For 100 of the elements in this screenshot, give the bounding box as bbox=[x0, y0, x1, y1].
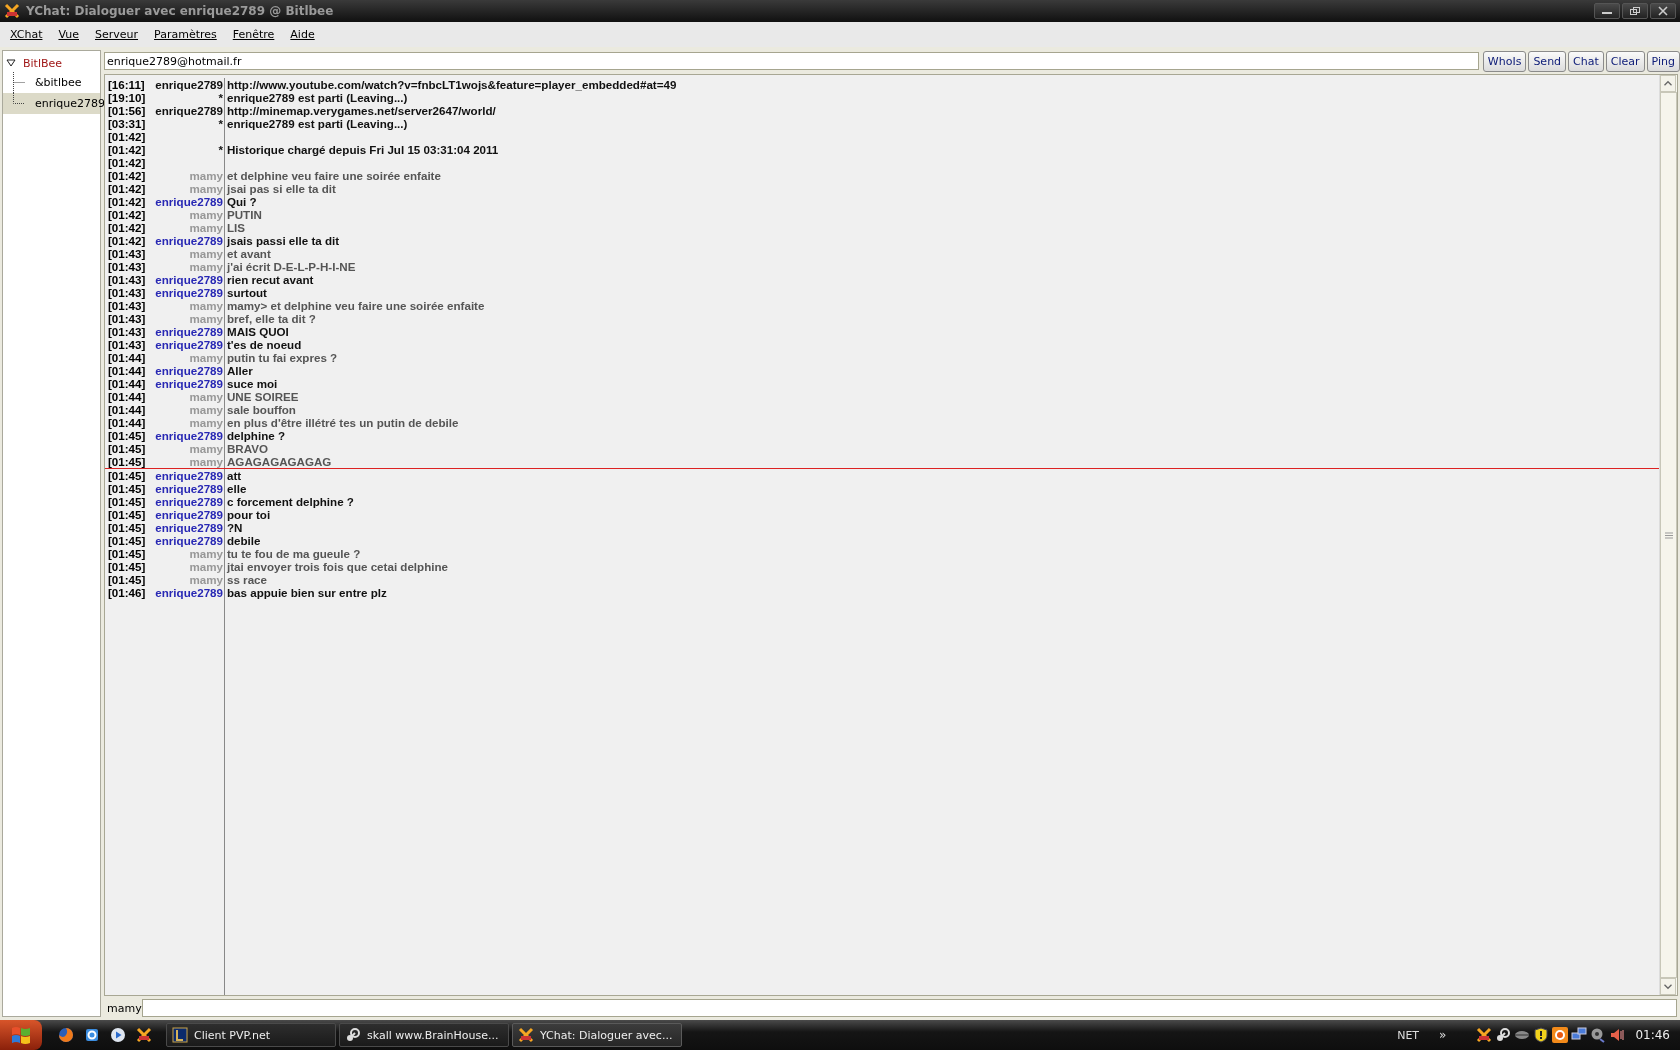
nickname: enrique2789 bbox=[155, 195, 223, 208]
nickname: enrique2789 bbox=[155, 325, 223, 338]
expander-icon[interactable] bbox=[6, 58, 16, 68]
message-text: jsai pas si elle ta dit bbox=[227, 182, 336, 195]
message-text: AGAGAGAGAGAG bbox=[227, 455, 332, 468]
message-text: elle bbox=[227, 482, 247, 495]
nickname: enrique2789 bbox=[155, 338, 223, 351]
nick-label[interactable]: mamy bbox=[104, 1001, 142, 1015]
nickname: enrique2789 bbox=[155, 521, 223, 534]
user-button[interactable]: Ping bbox=[1646, 50, 1680, 72]
nickname: enrique2789 bbox=[155, 469, 223, 482]
nickname: enrique2789 bbox=[155, 429, 223, 442]
menu-item[interactable]: Fenêtre bbox=[224, 28, 283, 41]
nickname: * bbox=[218, 143, 223, 156]
scrollbar[interactable] bbox=[1659, 75, 1677, 995]
clock: 01:46 bbox=[1635, 1028, 1670, 1042]
timestamp: [16:11] bbox=[107, 78, 146, 91]
tree-item[interactable]: BitlBee bbox=[21, 55, 65, 71]
timestamp: [01:42] bbox=[107, 182, 147, 195]
message-text: bas appuie bien sur entre plz bbox=[227, 586, 387, 599]
globe-icon[interactable] bbox=[58, 1027, 74, 1043]
minimize-button[interactable] bbox=[1594, 3, 1620, 19]
menu-item[interactable]: XChat bbox=[2, 28, 51, 41]
scroll-up-icon[interactable] bbox=[1660, 75, 1676, 92]
message-text: et delphine veu faire une soirée enfaite bbox=[227, 169, 441, 182]
taskbar-button[interactable]: YChat: Dialoguer avec... bbox=[512, 1023, 682, 1047]
ring-icon[interactable] bbox=[1552, 1027, 1569, 1043]
restore-icon bbox=[1629, 6, 1641, 16]
timestamp: [01:43] bbox=[107, 273, 147, 286]
browser-icon[interactable] bbox=[84, 1027, 100, 1043]
message-text: BRAVO bbox=[227, 442, 268, 455]
timestamp: [01:45] bbox=[107, 429, 147, 442]
message-text: jtai envoyer trois fois que cetai delphine bbox=[227, 560, 448, 573]
nickname: enrique2789 bbox=[155, 364, 223, 377]
cross-icon bbox=[518, 1027, 534, 1043]
message-text: sale bouffon bbox=[227, 403, 296, 416]
message-text: Aller bbox=[227, 364, 253, 377]
message-text: et avant bbox=[227, 247, 271, 260]
user-button[interactable]: Send bbox=[1528, 50, 1567, 72]
message-text: MAIS QUOI bbox=[227, 325, 289, 338]
message-text: ss race bbox=[227, 573, 267, 586]
message-input[interactable] bbox=[142, 999, 1677, 1017]
message-text: enrique2789 est parti (Leaving...) bbox=[227, 91, 408, 104]
nickname: * bbox=[218, 91, 223, 104]
timestamp: [01:43] bbox=[107, 325, 147, 338]
timestamp: [01:43] bbox=[107, 286, 147, 299]
menu-item[interactable]: Aide bbox=[282, 28, 323, 41]
timestamp: [01:43] bbox=[107, 338, 147, 351]
nickname: mamy bbox=[189, 455, 223, 468]
menu-item[interactable]: Paramètres bbox=[146, 28, 225, 41]
close-button[interactable] bbox=[1650, 3, 1676, 19]
expand-chevron[interactable]: » bbox=[1439, 1028, 1447, 1042]
nickname: enrique2789 bbox=[155, 534, 223, 547]
timestamp: [01:46] bbox=[107, 586, 147, 599]
user-button[interactable]: Chat bbox=[1568, 50, 1604, 72]
timestamp: [01:44] bbox=[107, 364, 147, 377]
timestamp: [01:44] bbox=[107, 377, 147, 390]
menu-item[interactable]: Serveur bbox=[87, 28, 147, 41]
message-text: j'ai écrit D-E-L-P-H-I-NE bbox=[227, 260, 356, 273]
tree-item[interactable]: &bitlbee bbox=[3, 72, 100, 93]
nickname: * bbox=[218, 117, 223, 130]
scroll-down-icon[interactable] bbox=[1660, 978, 1676, 995]
taskbar-button[interactable]: Client PVP.net bbox=[166, 1023, 336, 1047]
start-button[interactable] bbox=[0, 1020, 42, 1050]
play-icon[interactable] bbox=[110, 1027, 126, 1043]
message-text: bref, elle ta dit ? bbox=[227, 312, 316, 325]
toolbar-label[interactable]: NET bbox=[1397, 1028, 1420, 1042]
window-title: YChat: Dialoguer avec enrique2789 @ Bitlbee bbox=[26, 4, 334, 18]
nickname: enrique2789 bbox=[155, 234, 223, 247]
topic-field[interactable]: enrique2789@hotmail.fr bbox=[104, 52, 1479, 70]
menu-item[interactable]: Vue bbox=[50, 28, 87, 41]
close-icon bbox=[1657, 6, 1669, 16]
network-icon[interactable] bbox=[1571, 1027, 1588, 1043]
message-text: att bbox=[227, 469, 242, 482]
user-button[interactable]: WhoIs bbox=[1482, 50, 1527, 72]
taskbar-button[interactable]: skall www.BrainHouse... bbox=[339, 1023, 509, 1047]
timestamp: [01:44] bbox=[107, 390, 147, 403]
message-text: enrique2789 est parti (Leaving...) bbox=[227, 117, 408, 130]
timestamp: [01:42] bbox=[107, 234, 147, 247]
timestamp: [01:45] bbox=[107, 534, 147, 547]
nickname: enrique2789 bbox=[155, 104, 223, 117]
timestamp: [01:42] bbox=[107, 221, 147, 234]
cross-icon[interactable] bbox=[1476, 1027, 1493, 1043]
timestamp: [01:45] bbox=[107, 495, 147, 508]
cross-icon[interactable] bbox=[136, 1027, 152, 1043]
user-button[interactable]: Clear bbox=[1605, 50, 1645, 72]
timestamp: [01:45] bbox=[107, 482, 147, 495]
message-text: c forcement delphine ? bbox=[227, 495, 354, 508]
message-text: debile bbox=[227, 534, 261, 547]
message-text: surtout bbox=[227, 286, 267, 299]
nickname: mamy bbox=[189, 221, 223, 234]
app-icon bbox=[172, 1027, 188, 1043]
nickname: mamy bbox=[189, 573, 223, 586]
speaker-icon[interactable] bbox=[1609, 1027, 1626, 1043]
restore-button[interactable] bbox=[1622, 3, 1648, 19]
nickname: mamy bbox=[189, 547, 223, 560]
shield-icon[interactable] bbox=[1533, 1027, 1550, 1043]
message-text: en plus d'être illétré tes un putin de debile bbox=[227, 416, 459, 429]
timestamp: [01:43] bbox=[107, 260, 147, 273]
nickname: mamy bbox=[189, 560, 223, 573]
